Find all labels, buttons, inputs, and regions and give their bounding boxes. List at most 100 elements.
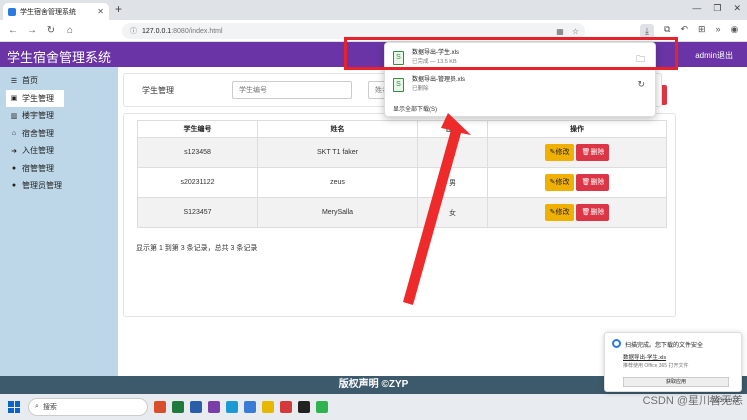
- close-icon[interactable]: ✕: [97, 7, 104, 16]
- folder-icon[interactable]: [262, 401, 274, 413]
- more-icon[interactable]: »: [716, 24, 721, 38]
- notification-file-link[interactable]: 数据导出-学生.xls: [623, 353, 666, 361]
- actions-cell: ✎修改 🗑删除: [487, 167, 667, 198]
- student-gender-cell: 男: [417, 167, 488, 198]
- list-icon: ☰: [10, 77, 18, 85]
- search-button[interactable]: [662, 85, 667, 105]
- home-icon[interactable]: ⌂: [64, 25, 76, 36]
- extension-icon[interactable]: ⧉: [664, 24, 670, 38]
- app-icon[interactable]: [226, 401, 238, 413]
- table-header-row: 学生编号 姓名 性别 操作: [137, 120, 667, 138]
- app-icon[interactable]: [190, 401, 202, 413]
- student-gender-cell: 女: [417, 197, 488, 228]
- windows-start-icon[interactable]: [8, 401, 20, 413]
- student-gender-cell: 男: [417, 137, 488, 168]
- search-icon: ⌕: [35, 403, 39, 410]
- forward-icon[interactable]: →: [26, 25, 38, 36]
- security-notification: 扫描完成。您下载的文件安全 数据导出-学生.xls 推荐使用 Office 36…: [604, 332, 742, 392]
- sidebar-item-label: 楼宇管理: [22, 111, 54, 121]
- profile-icon[interactable]: ◉: [731, 24, 739, 38]
- info-icon[interactable]: ⓘ: [130, 26, 137, 36]
- new-tab-icon[interactable]: +: [115, 2, 122, 16]
- logout-link[interactable]: admin退出: [695, 50, 733, 61]
- app-icon[interactable]: [298, 401, 310, 413]
- edit-button[interactable]: ✎修改: [544, 174, 575, 191]
- column-header: 操作: [487, 120, 667, 138]
- notification-subtext: 推荐使用 Office 365 打开文件: [623, 363, 689, 369]
- edit-button[interactable]: ✎修改: [544, 204, 575, 221]
- sidebar-item-buildings[interactable]: ▥ 楼宇管理: [0, 107, 118, 125]
- id-card-icon: ▣: [10, 95, 18, 103]
- app-icon[interactable]: [280, 401, 292, 413]
- actions-cell: ✎修改 🗑删除: [487, 197, 667, 228]
- app-icon[interactable]: [208, 401, 220, 413]
- student-id-cell: s20231122: [137, 167, 258, 198]
- table-row[interactable]: s20231122 zeus 男 ✎修改 🗑删除: [137, 167, 667, 198]
- sidebar-item-admins[interactable]: ● 管理员管理: [0, 177, 118, 195]
- student-id-cell: s123458: [137, 137, 258, 168]
- retry-icon[interactable]: ↻: [637, 79, 645, 90]
- download-icon[interactable]: ⤓: [640, 24, 654, 38]
- pagination-info: 显示第 1 到第 3 条记录，总共 3 条记录: [136, 245, 258, 252]
- window-close-icon[interactable]: ✕: [733, 3, 741, 14]
- favorite-star-icon[interactable]: ☆: [572, 27, 579, 36]
- sidebar-item-label: 管理员管理: [22, 181, 62, 191]
- url-text: 127.0.0.1:8080/index.html: [142, 27, 223, 35]
- delete-button[interactable]: 🗑删除: [576, 204, 610, 221]
- get-app-button[interactable]: 获取应用: [623, 377, 729, 387]
- wechat-icon[interactable]: [316, 401, 328, 413]
- home-icon: ⌂: [11, 129, 17, 137]
- site-favicon-icon: [8, 7, 16, 16]
- user-icon: ●: [11, 182, 17, 190]
- sidebar-item-checkin[interactable]: ➜ 入住管理: [0, 142, 118, 160]
- app-icon[interactable]: [154, 401, 166, 413]
- reload-icon[interactable]: ↻: [45, 25, 57, 36]
- collections-icon[interactable]: ⊞: [698, 24, 706, 38]
- browser-tab-bar: 学生宿舍管理系统 ✕ + — ❐ ✕: [0, 0, 747, 20]
- table-row[interactable]: s123458 SKT T1 faker 男 ✎修改 🗑删除: [137, 137, 667, 168]
- delete-button[interactable]: 🗑删除: [576, 174, 610, 191]
- minimize-icon[interactable]: —: [692, 3, 701, 14]
- sidebar-item-label: 宿舍管理: [22, 128, 54, 138]
- browser-tab[interactable]: 学生宿舍管理系统 ✕: [3, 3, 109, 20]
- sidebar-item-dorms[interactable]: ⌂ 宿舍管理: [0, 125, 118, 143]
- student-name-cell: MerySalla: [257, 197, 418, 228]
- column-header[interactable]: 性别: [417, 120, 488, 138]
- back-icon[interactable]: ←: [7, 25, 19, 36]
- download-filename: 数据导出-管理员.xls: [412, 77, 465, 83]
- history-icon[interactable]: ↶: [680, 24, 688, 38]
- show-all-downloads-link[interactable]: 显示全部下载(S): [393, 104, 437, 113]
- table-row[interactable]: S123457 MerySalla 女 ✎修改 🗑删除: [137, 197, 667, 228]
- user-icon: ●: [11, 164, 17, 172]
- student-name-cell: SKT T1 faker: [257, 137, 418, 168]
- actions-cell: ✎修改 🗑删除: [487, 137, 667, 168]
- sidebar-item-label: 学生管理: [22, 93, 54, 103]
- delete-button[interactable]: 🗑删除: [576, 144, 610, 161]
- student-name-cell: zeus: [257, 167, 418, 198]
- student-table: 学生编号 姓名 性别 操作 s123458 SKT T1 faker 男 ✎修改…: [137, 120, 667, 228]
- window-controls: — ❐ ✕: [692, 3, 741, 14]
- apps-icon[interactable]: ▦: [556, 27, 564, 36]
- app-title: 学生宿舍管理系统: [7, 50, 112, 65]
- taskbar-search[interactable]: ⌕ 搜索: [28, 398, 148, 416]
- windows-taskbar: ⌕ 搜索 2023/11/22: [0, 394, 747, 420]
- student-id-search-input[interactable]: [232, 81, 352, 99]
- tab-title: 学生宿舍管理系统: [20, 8, 76, 16]
- sidebar-item-label: 首页: [22, 76, 38, 86]
- sidebar-item-home[interactable]: ☰ 首页: [0, 72, 118, 90]
- excel-file-icon: S: [393, 78, 404, 92]
- notification-title: 扫描完成。您下载的文件安全: [625, 343, 704, 349]
- column-header[interactable]: 姓名: [257, 120, 418, 138]
- maximize-icon[interactable]: ❐: [713, 3, 721, 14]
- building-icon: ▥: [10, 112, 18, 120]
- download-item[interactable]: S 数据导出-管理员.xls 已删除 ↻: [393, 73, 653, 97]
- edit-button[interactable]: ✎修改: [544, 144, 575, 161]
- highlight-box: [344, 37, 678, 70]
- sign-in-icon: ➜: [11, 147, 17, 155]
- sidebar-item-students[interactable]: ▣ 学生管理: [6, 89, 64, 107]
- student-id-cell: S123457: [137, 197, 258, 228]
- sidebar-item-dorm-managers[interactable]: ● 宿管管理: [0, 160, 118, 178]
- edge-browser-icon[interactable]: [244, 401, 256, 413]
- app-icon[interactable]: [172, 401, 184, 413]
- column-header[interactable]: 学生编号: [137, 120, 258, 138]
